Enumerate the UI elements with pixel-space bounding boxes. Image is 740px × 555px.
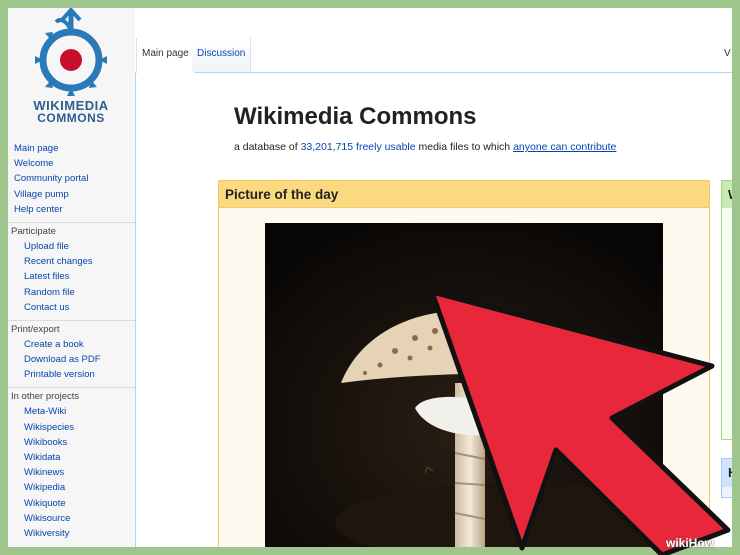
sidebar-item-community-portal[interactable]: Community portal bbox=[8, 171, 135, 186]
mushroom-photo[interactable] bbox=[265, 223, 663, 547]
logo-wordmark-line2: COMMONS bbox=[37, 111, 105, 125]
partial-green-box: W bbox=[721, 180, 732, 440]
sidebar-nav: Main page Welcome Community portal Villa… bbox=[8, 141, 135, 541]
mushroom-image bbox=[265, 223, 663, 547]
tab-view-partial[interactable]: V bbox=[724, 38, 732, 72]
sidebar-item-wikiquote[interactable]: Wikiquote bbox=[8, 496, 135, 511]
page-title: Wikimedia Commons bbox=[234, 103, 477, 130]
sidebar: WIKIMEDIA COMMONS Main page Welcome Comm… bbox=[8, 8, 135, 547]
sidebar-item-create-book[interactable]: Create a book bbox=[8, 337, 135, 352]
sidebar-item-wikispecies[interactable]: Wikispecies bbox=[8, 420, 135, 435]
file-count-link[interactable]: 33,201,715 bbox=[301, 141, 354, 153]
wikimedia-commons-logo[interactable]: WIKIMEDIA COMMONS bbox=[16, 8, 126, 128]
sidebar-item-wikinews[interactable]: Wikinews bbox=[8, 465, 135, 480]
sidebar-item-random-file[interactable]: Random file bbox=[8, 285, 135, 300]
picture-of-the-day-box: Picture of the day bbox=[218, 180, 710, 547]
sidebar-item-printable-version[interactable]: Printable version bbox=[8, 367, 135, 382]
page-subtitle: a database of 33,201,715 freely usable m… bbox=[234, 141, 616, 153]
partial-green-box-heading: W bbox=[722, 181, 732, 208]
sidebar-item-help-center[interactable]: Help center bbox=[8, 202, 135, 217]
partial-blue-box-heading: H bbox=[722, 459, 732, 487]
sidebar-item-upload-file[interactable]: Upload file bbox=[8, 239, 135, 254]
sidebar-heading-other-projects: In other projects bbox=[8, 387, 135, 404]
anyone-can-contribute-link[interactable]: anyone can contribute bbox=[513, 141, 616, 153]
wikihow-watermark: wikiHow bbox=[666, 536, 715, 550]
content-left-border bbox=[135, 72, 136, 547]
sidebar-item-wikidata[interactable]: Wikidata bbox=[8, 450, 135, 465]
sidebar-item-welcome[interactable]: Welcome bbox=[8, 156, 135, 171]
tab-discussion[interactable]: Discussion bbox=[192, 38, 252, 72]
sidebar-heading-print-export: Print/export bbox=[8, 319, 135, 337]
sidebar-item-recent-changes[interactable]: Recent changes bbox=[8, 254, 135, 269]
sidebar-item-contact-us[interactable]: Contact us bbox=[8, 300, 135, 315]
freely-usable-link[interactable]: freely usable bbox=[356, 141, 416, 153]
sidebar-item-wikiversity[interactable]: Wikiversity bbox=[8, 526, 135, 541]
tab-main-page[interactable]: Main page bbox=[136, 38, 195, 73]
picture-of-the-day-heading: Picture of the day bbox=[219, 181, 709, 208]
sidebar-item-download-pdf[interactable]: Download as PDF bbox=[8, 352, 135, 367]
subtitle-prefix: a database of bbox=[234, 141, 301, 153]
sidebar-item-wikipedia[interactable]: Wikipedia bbox=[8, 480, 135, 495]
sidebar-heading-participate: Participate bbox=[8, 221, 135, 239]
subtitle-middle: media files to which bbox=[415, 141, 514, 153]
browser-frame: WIKIMEDIA COMMONS Main page Welcome Comm… bbox=[8, 8, 732, 547]
sidebar-item-wikisource[interactable]: Wikisource bbox=[8, 511, 135, 526]
sidebar-item-meta-wiki[interactable]: Meta-Wiki bbox=[8, 404, 135, 419]
commons-logo-icon bbox=[35, 8, 107, 96]
partial-blue-box: H bbox=[721, 458, 732, 498]
sidebar-item-wikibooks[interactable]: Wikibooks bbox=[8, 435, 135, 450]
sidebar-item-main-page[interactable]: Main page bbox=[8, 141, 135, 156]
content-top-border bbox=[135, 72, 732, 73]
sidebar-item-latest-files[interactable]: Latest files bbox=[8, 269, 135, 284]
sidebar-item-village-pump[interactable]: Village pump bbox=[8, 187, 135, 202]
